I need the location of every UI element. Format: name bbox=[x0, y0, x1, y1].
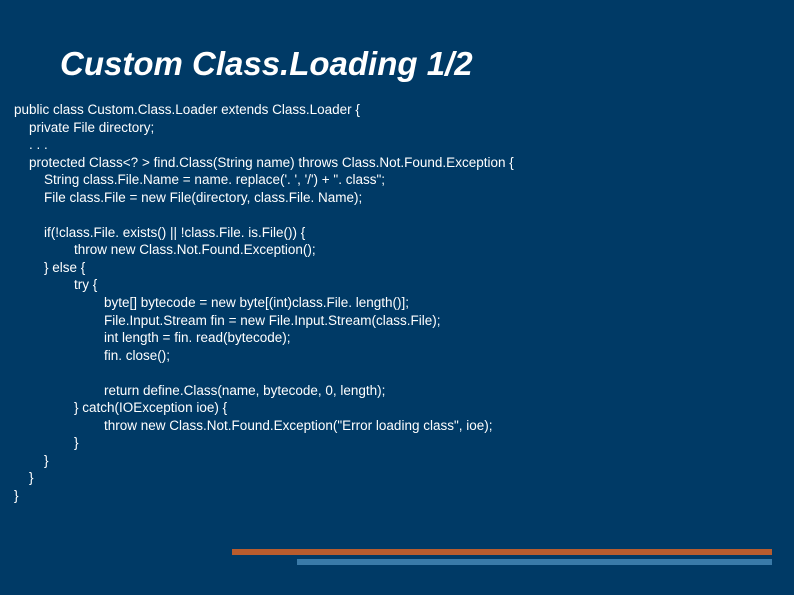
accent-line-top bbox=[232, 549, 772, 555]
accent-line-bottom bbox=[297, 559, 772, 565]
slide: Custom Class.Loading 1/2 public class Cu… bbox=[0, 0, 794, 595]
code-block: public class Custom.Class.Loader extends… bbox=[0, 83, 794, 505]
slide-title: Custom Class.Loading 1/2 bbox=[0, 0, 794, 83]
footer-decoration bbox=[232, 549, 772, 565]
